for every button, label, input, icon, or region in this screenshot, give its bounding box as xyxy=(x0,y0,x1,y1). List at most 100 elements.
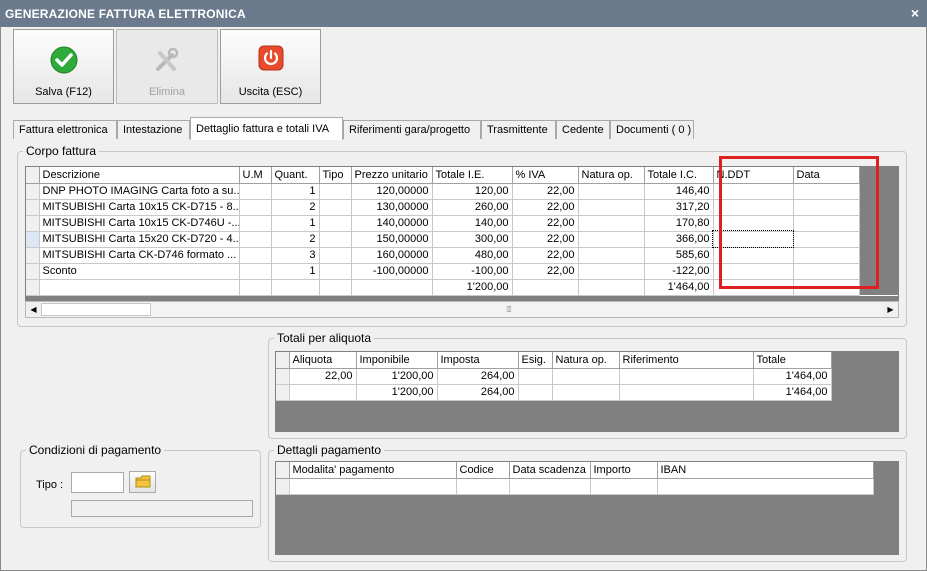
tipo-input[interactable] xyxy=(71,472,124,493)
save-button[interactable]: Salva (F12) xyxy=(13,29,114,104)
col-natura-op[interactable]: Natura op. xyxy=(552,352,620,369)
table-cell[interactable]: 22,00 xyxy=(512,215,579,232)
col-modalita[interactable]: Modalita' pagamento xyxy=(289,462,457,479)
close-icon[interactable]: × xyxy=(911,5,919,21)
table-cell[interactable] xyxy=(619,384,754,401)
table-cell[interactable] xyxy=(578,215,645,232)
row-header[interactable] xyxy=(26,231,40,248)
col-riferimento[interactable]: Riferimento xyxy=(619,352,754,369)
col-tipo[interactable]: Tipo xyxy=(319,167,352,184)
table-cell[interactable]: 2 xyxy=(271,199,320,216)
table-cell[interactable] xyxy=(239,247,272,264)
table-cell[interactable]: 22,00 xyxy=(512,199,579,216)
table-row[interactable]: 1'200,00 264,00 1'464,00 xyxy=(276,384,832,401)
table-cell[interactable] xyxy=(239,199,272,216)
row-header[interactable] xyxy=(26,215,40,232)
table-cell[interactable]: -100,00000 xyxy=(351,263,433,280)
table-cell[interactable]: 140,00 xyxy=(432,215,513,232)
totali-aliquota-grid[interactable]: Aliquota Imponibile Imposta Esig. Natura… xyxy=(275,351,899,432)
tipo-browse-button[interactable] xyxy=(129,471,156,493)
table-cell[interactable] xyxy=(319,279,352,296)
table-row[interactable]: 22,00 1'200,00 264,00 1'464,00 xyxy=(276,368,832,385)
table-cell[interactable] xyxy=(271,279,320,296)
table-cell[interactable]: MITSUBISHI Carta 15x20 CK-D720 - 4... xyxy=(39,231,240,248)
table-cell[interactable] xyxy=(239,215,272,232)
table-cell[interactable] xyxy=(512,279,579,296)
col-totale-ie[interactable]: Totale I.E. xyxy=(432,167,513,184)
exit-button[interactable]: Uscita (ESC) xyxy=(220,29,321,104)
table-cell[interactable]: -122,00 xyxy=(644,263,714,280)
tab-riferimenti[interactable]: Riferimenti gara/progetto xyxy=(343,120,481,139)
table-cell[interactable] xyxy=(578,263,645,280)
table-cell[interactable]: 1'464,00 xyxy=(753,384,832,401)
delete-button[interactable]: Elimina xyxy=(116,29,218,104)
table-cell[interactable]: 3 xyxy=(271,247,320,264)
table-cell[interactable]: 2 xyxy=(271,231,320,248)
table-cell[interactable]: 1 xyxy=(271,263,320,280)
scroll-right-icon[interactable]: ▶ xyxy=(883,302,898,317)
table-cell[interactable] xyxy=(578,247,645,264)
col-um[interactable]: U.M xyxy=(239,167,272,184)
col-data-scadenza[interactable]: Data scadenza xyxy=(509,462,591,479)
tab-cedente[interactable]: Cedente xyxy=(556,120,610,139)
table-cell[interactable]: 1 xyxy=(271,215,320,232)
table-cell[interactable] xyxy=(552,368,620,385)
table-cell[interactable]: -100,00 xyxy=(432,263,513,280)
col-iban[interactable]: IBAN xyxy=(657,462,874,479)
table-cell[interactable]: MITSUBISHI Carta CK-D746 formato ... xyxy=(39,247,240,264)
tab-documenti[interactable]: Documenti ( 0 ) xyxy=(610,120,694,139)
table-row[interactable] xyxy=(276,478,874,495)
table-cell[interactable] xyxy=(351,279,433,296)
tab-trasmittente[interactable]: Trasmittente xyxy=(481,120,556,139)
table-cell[interactable]: 130,00000 xyxy=(351,199,433,216)
table-cell[interactable] xyxy=(239,183,272,200)
table-cell[interactable]: 300,00 xyxy=(432,231,513,248)
table-cell[interactable] xyxy=(239,279,272,296)
table-cell[interactable] xyxy=(239,263,272,280)
table-cell[interactable]: 22,00 xyxy=(512,263,579,280)
table-cell[interactable]: 170,80 xyxy=(644,215,714,232)
tab-fattura-elettronica[interactable]: Fattura elettronica xyxy=(13,120,117,139)
table-cell[interactable] xyxy=(578,231,645,248)
table-cell[interactable]: 150,00000 xyxy=(351,231,433,248)
table-cell[interactable] xyxy=(578,199,645,216)
table-cell[interactable]: 146,40 xyxy=(644,183,714,200)
table-cell[interactable] xyxy=(590,478,658,495)
col-codice[interactable]: Codice xyxy=(456,462,510,479)
table-cell[interactable] xyxy=(578,183,645,200)
col-totale[interactable]: Totale xyxy=(753,352,832,369)
table-cell[interactable]: 480,00 xyxy=(432,247,513,264)
table-cell[interactable]: 160,00000 xyxy=(351,247,433,264)
table-cell[interactable]: 22,00 xyxy=(512,231,579,248)
table-cell[interactable] xyxy=(456,478,510,495)
col-descrizione[interactable]: Descrizione xyxy=(39,167,240,184)
table-cell[interactable]: 1'200,00 xyxy=(356,368,438,385)
table-cell[interactable]: 1 xyxy=(271,183,320,200)
table-cell[interactable]: 22,00 xyxy=(512,247,579,264)
scroll-thumb[interactable] xyxy=(41,303,151,316)
col-imposta[interactable]: Imposta xyxy=(437,352,519,369)
table-cell[interactable]: 1'200,00 xyxy=(432,279,513,296)
table-cell[interactable] xyxy=(319,247,352,264)
table-cell[interactable] xyxy=(319,231,352,248)
col-esig[interactable]: Esig. xyxy=(518,352,553,369)
table-cell[interactable]: Sconto xyxy=(39,263,240,280)
row-header[interactable] xyxy=(276,384,290,401)
table-cell[interactable]: 585,60 xyxy=(644,247,714,264)
table-cell[interactable]: 140,00000 xyxy=(351,215,433,232)
table-cell[interactable]: 120,00 xyxy=(432,183,513,200)
table-cell[interactable] xyxy=(657,478,874,495)
col-prezzo[interactable]: Prezzo unitario xyxy=(351,167,433,184)
table-cell[interactable] xyxy=(509,478,591,495)
table-cell[interactable] xyxy=(319,183,352,200)
col-aliquota[interactable]: Aliquota xyxy=(289,352,357,369)
table-cell[interactable] xyxy=(552,384,620,401)
table-cell[interactable]: MITSUBISHI Carta 10x15 CK-D746U -... xyxy=(39,215,240,232)
table-cell[interactable] xyxy=(619,368,754,385)
table-cell[interactable] xyxy=(319,199,352,216)
table-cell[interactable]: 22,00 xyxy=(512,183,579,200)
tab-intestazione[interactable]: Intestazione xyxy=(117,120,190,139)
table-cell[interactable]: 260,00 xyxy=(432,199,513,216)
row-header[interactable] xyxy=(276,368,290,385)
corpo-hscrollbar[interactable]: ◀ ⁞⁞⁞⁞ ▶ xyxy=(25,301,899,318)
